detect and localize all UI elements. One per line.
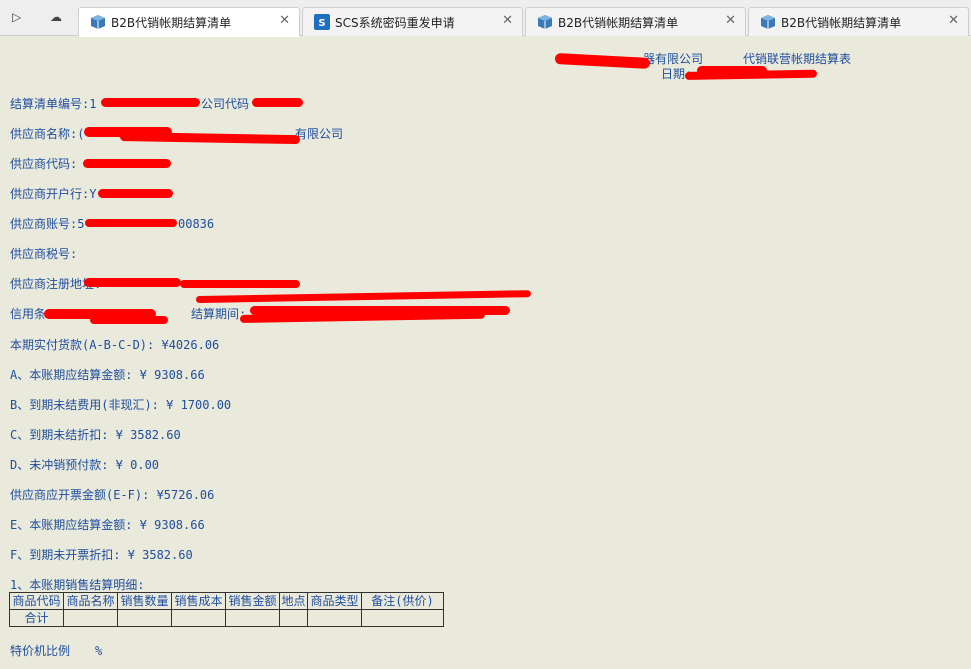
detail-title: 1、本账期销售结算明细: [10,578,145,592]
table-cell [225,609,280,627]
sales-detail-table: 商品代码 商品名称 销售数量 销售成本 销售金额 地点 商品类型 备注(供价) … [9,592,444,627]
scs-icon: S [314,14,330,30]
credit-terms: 信用条 [10,307,47,321]
tab-label: B2B代销帐期结算清单 [781,16,902,30]
redaction-mark [554,53,651,69]
percent-sign: % [95,644,103,658]
redaction-mark [180,280,300,288]
column-header: 商品代码 [9,592,64,610]
amount-a: A、本账期应结算金额: ¥ 9308.66 [10,368,205,382]
redaction-mark [84,278,181,287]
tab-label: B2B代销帐期结算清单 [558,16,679,30]
redaction-mark [90,316,168,324]
redaction-mark [85,219,177,227]
company-code: 公司代码 [201,97,250,111]
amount-d: D、未冲销预付款: ¥ 0.00 [10,458,160,472]
supplier-code: 供应商代码: [10,157,78,171]
column-header: 商品名称 [63,592,118,610]
column-header: 销售金额 [225,592,280,610]
tab-b2b-statement-2[interactable]: B2B代销帐期结算清单 ✕ [525,7,746,36]
table-header-row: 商品代码 商品名称 销售数量 销售成本 销售金额 地点 商品类型 备注(供价) [9,592,444,610]
column-header: 备注(供价) [361,592,444,610]
table-cell [63,609,118,627]
package-icon [761,15,775,29]
close-icon[interactable]: ✕ [279,13,290,28]
tab-bar: ▷ ☁ B2B代销帐期结算清单 ✕ S SCS系统密码重发申请 ✕ B2B代销帐… [0,0,971,37]
package-icon [91,15,105,29]
company-name: 器有限公司 [643,52,704,66]
table-cell [171,609,226,627]
statement-document: 器有限公司 代销联营帐期结算表 日期: 结算清单编号:1 公司代码 供应商名称:… [0,36,971,669]
redaction-mark [195,290,532,303]
table-cell [117,609,172,627]
cloud-icon[interactable]: ☁ [50,10,68,28]
supplier-name-tail: 有限公司 [295,127,344,141]
redaction-mark [684,69,818,80]
redaction-mark [252,98,303,107]
amount-f: F、到期未开票折扣: ¥ 3582.60 [10,548,193,562]
table-total-row: 合计 [9,609,444,627]
redaction-mark [119,132,301,145]
column-header: 销售成本 [171,592,226,610]
column-header: 销售数量 [117,592,172,610]
package-icon [538,15,552,29]
close-icon[interactable]: ✕ [948,13,959,28]
svg-text:S: S [318,18,325,29]
tab-label: B2B代销帐期结算清单 [111,16,232,30]
supplier-account-tail: 00836 [178,217,215,231]
tab-b2b-statement-1[interactable]: B2B代销帐期结算清单 ✕ [78,7,300,37]
table-cell [361,609,444,627]
table-cell [279,609,308,627]
close-icon[interactable]: ✕ [502,13,513,28]
settlement-period: 结算期间: [191,307,247,321]
redaction-mark [98,189,173,198]
table-cell [307,609,362,627]
special-price-ratio: 特价机比例 [10,644,71,658]
column-header: 商品类型 [307,592,362,610]
tab-b2b-statement-3[interactable]: B2B代销帐期结算清单 ✕ [748,7,969,36]
close-icon[interactable]: ✕ [725,13,736,28]
invoice-amount: 供应商应开票金额(E-F): ¥5726.06 [10,488,215,502]
tab-label: SCS系统密码重发申请 [335,16,455,30]
tab-scs-password[interactable]: S SCS系统密码重发申请 ✕ [302,7,523,36]
statement-number: 结算清单编号:1 [10,97,97,111]
amount-c: C、到期未结折扣: ¥ 3582.60 [10,428,181,442]
supplier-tax-number: 供应商税号: [10,247,78,261]
actual-payment: 本期实付货款(A-B-C-D): ¥4026.06 [10,338,220,352]
redaction-mark [83,159,171,168]
supplier-name: 供应商名称:( [10,127,85,141]
redaction-mark [101,98,200,107]
total-label: 合计 [9,609,64,627]
amount-b: B、到期未结费用(非现汇): ¥ 1700.00 [10,398,232,412]
column-header: 地点 [279,592,308,610]
forward-icon[interactable]: ▷ [12,10,30,28]
amount-e: E、本账期应结算金额: ¥ 9308.66 [10,518,205,532]
report-title: 代销联营帐期结算表 [743,52,852,66]
supplier-account: 供应商账号:5 [10,217,85,231]
supplier-bank: 供应商开户行:Y [10,187,97,201]
